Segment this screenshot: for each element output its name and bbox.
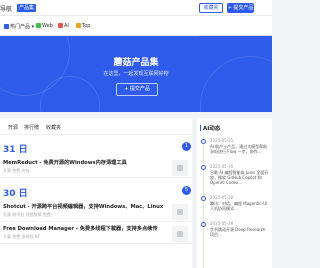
tab-web[interactable]: Web [36,23,53,29]
hero-banner: 蘑菇产品集 在这里，一起发现互联网好物 + 提交产品 [0,36,272,112]
date-group-header: 30 日 5 [0,184,192,199]
timeline-dot [201,222,206,227]
feed-subtabs: 开源 排行榜 收藏夹 [0,118,192,135]
image-icon [177,165,183,171]
top-navigation-bar: 导航 产品集 收藏夹 + 提交产品 [0,0,272,16]
count-badge: 5 [182,186,191,195]
item-tags: 开源 跨平台 视频剪辑 免费 [3,212,51,217]
ai-news-sidebar: AI动态 2025-05-31 AI 助产士产品，通过大模型帮助孕妈进行 Flo… [197,118,272,268]
subtab-ranking[interactable]: 排行榜 [24,124,39,131]
tab-label: Web [42,23,53,29]
chevron-down-icon: ▾ [31,24,35,30]
tab-label: AI [64,23,69,29]
count-badge: 1 [182,142,191,151]
timeline-dot [201,196,206,201]
submit-product-button[interactable]: + 提交产品 [227,3,254,13]
timeline-line [203,136,204,268]
item-thumbnail [172,226,188,242]
date-group-header: 31 日 1 [0,140,192,155]
web-icon [36,23,41,28]
timeline-time: 2025-05-29 [210,221,234,226]
tab-label: 热门产品 [10,24,31,30]
item-title[interactable]: Free Download Manager - 免费多线程下载器，支持多点续传 [3,225,158,232]
timeline-time: 2025-05-30 [210,195,234,200]
list-item[interactable]: Shotcut - 开源跨平台视频编辑器，支持Windows、Mac、Linux… [0,200,192,222]
subtab-open-source[interactable]: 开源 [8,124,18,131]
tab-ai[interactable]: AI [58,23,69,29]
timeline-text[interactable]: 腾讯：对话、编程 Magentic-UI 人机协同模式… [210,201,270,216]
tab-hot-products[interactable]: 热门产品 ▾ [4,23,34,30]
timeline-text[interactable]: 谷歌 AI 编程智能体 Jules 全面开放，微软 GitHub Copilot… [210,170,270,190]
ai-icon [58,23,63,28]
top-icon [76,23,81,28]
item-title[interactable]: Shotcut - 开源跨平台视频编辑器，支持Windows、Mac、Linux [3,203,163,210]
image-icon [177,231,183,237]
item-thumbnail [172,204,188,220]
favorites-button[interactable]: 收藏夹 [199,3,223,13]
category-tabs-bar: 热门产品 ▾ Web AI Top [0,16,272,47]
product-feed: 开源 排行榜 收藏夹 31 日 1 MemReduct - 免费开源的Windo… [0,118,192,268]
timeline-time: 2025-05-30 [210,164,234,169]
sidebar-title-text: AI动态 [203,126,221,132]
timeline-time: 2025-05-31 [210,138,234,143]
list-item[interactable]: MemReduct - 免费开源的Windows内存清理工具 开源 免费 内存 [0,156,192,178]
grid-icon [4,24,9,29]
tab-label: Top [82,23,91,29]
list-item[interactable]: Free Download Manager - 免费多线程下载器，支持多点续传 … [0,222,192,244]
item-tags: 下载 免费 多线程 BT [3,234,41,239]
item-title[interactable]: MemReduct - 免费开源的Windows内存清理工具 [3,159,127,166]
hero-subtitle: 在这里，一起发现互联网好物 [103,71,169,77]
image-icon [177,209,183,215]
hero-title: 蘑菇产品集 [113,58,159,68]
site-logo-text[interactable]: 导航 [0,4,12,13]
item-tags: 开源 免费 内存 [3,168,30,173]
hero-submit-button[interactable]: + 提交产品 [116,83,158,96]
timeline-dot [201,139,206,144]
date-label: 31 日 [3,145,28,155]
accent-bar [200,125,201,131]
timeline-text[interactable]: 字节跳动开源 Deep Research 项目… [210,227,270,242]
item-thumbnail [172,160,188,176]
date-label: 30 日 [3,189,28,199]
site-badge: 产品集 [17,4,37,12]
tab-top[interactable]: Top [76,23,90,29]
timeline-dot [201,165,206,170]
timeline-text[interactable]: AI 助产士产品，通过大模型帮助孕妈进行 Flow 一步，协作… [210,144,270,159]
sidebar-title: AI动态 [200,124,220,132]
subtab-favorites[interactable]: 收藏夹 [46,124,61,131]
